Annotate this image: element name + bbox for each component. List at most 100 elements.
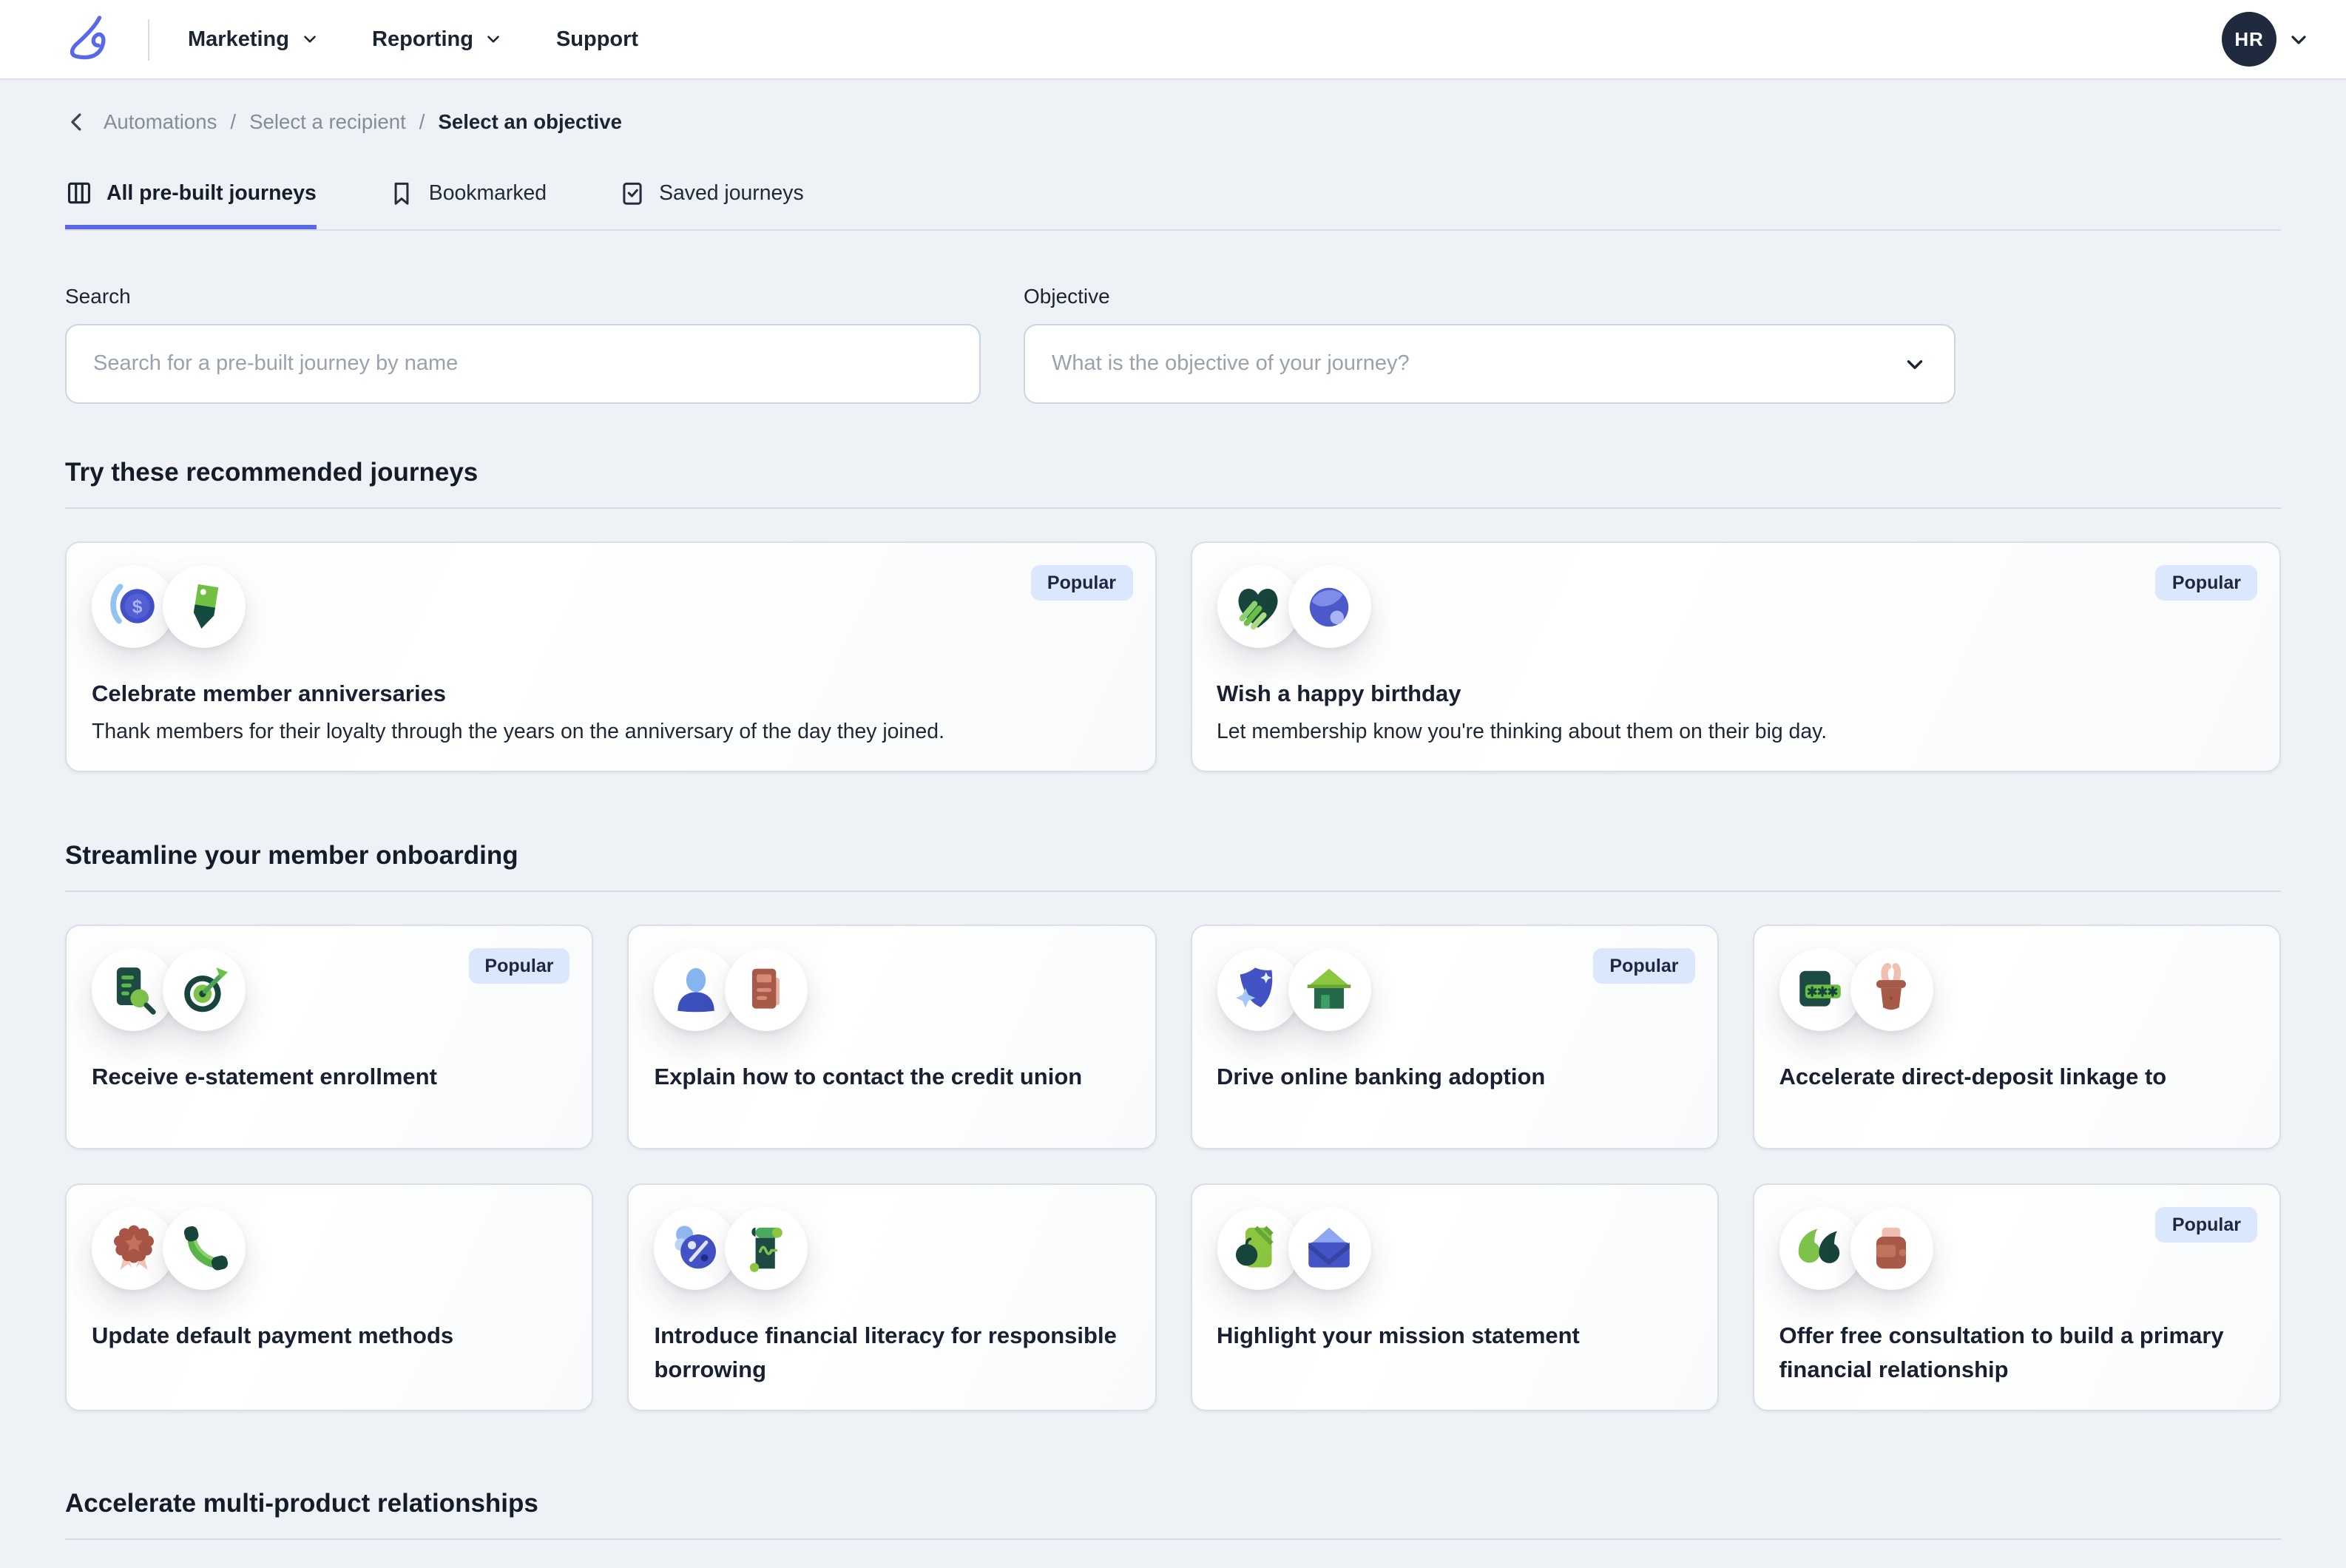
nav-link-reporting[interactable]: Reporting	[372, 27, 503, 51]
journey-card[interactable]: Highlight your mission statement	[1190, 1183, 1719, 1411]
heart-hand-icon	[1217, 565, 1299, 648]
tab-bar: All pre-built journeys Bookmarked Saved …	[65, 179, 2281, 231]
sphere-icon	[1288, 565, 1370, 648]
tab-bookmarked[interactable]: Bookmarked	[388, 179, 547, 229]
objective-field-group: Objective What is the objective of your …	[1024, 284, 1955, 404]
brochure-icon	[726, 948, 808, 1031]
house-icon	[1288, 948, 1370, 1031]
tab-all-pre-built-journeys[interactable]: All pre-built journeys	[65, 179, 317, 229]
nav-link-label: Marketing	[188, 27, 289, 51]
filter-bar: Search Objective What is the objective o…	[65, 284, 2281, 404]
card-icons	[1217, 1207, 1692, 1290]
card-grid: Popular Celebrate member anniversaries T…	[65, 541, 2281, 772]
magic-hat-icon	[1850, 948, 1933, 1031]
card-icons	[92, 565, 1129, 648]
nav-link-marketing[interactable]: Marketing	[188, 27, 319, 51]
chevron-down-icon	[484, 30, 503, 49]
search-label: Search	[65, 284, 981, 308]
nav-link-label: Reporting	[372, 27, 473, 51]
tab-label: Saved journeys	[659, 181, 804, 205]
journey-section: Try these recommended journeys Popular C…	[65, 457, 2281, 772]
quotes-icon	[1779, 1207, 1862, 1290]
journey-card-title: Explain how to contact the credit union	[655, 1062, 1130, 1095]
breadcrumb-item-select-a-recipient[interactable]: Select a recipient	[249, 111, 406, 133]
page: Marketing Reporting Support HR Automatio…	[0, 0, 2346, 1568]
journey-card-title: Offer free consultation to build a prima…	[1779, 1321, 2255, 1388]
journey-card[interactable]: Popular Drive online banking adoption	[1190, 925, 1719, 1149]
apple-card-icon	[1217, 1207, 1299, 1290]
popular-badge: Popular	[2156, 565, 2257, 601]
card-icons	[1217, 565, 2254, 648]
tab-label: All pre-built journeys	[107, 181, 317, 205]
bookmark-icon	[388, 179, 416, 207]
journey-card-title: Wish a happy birthday	[1217, 679, 2254, 712]
nav-menu: Marketing Reporting Support	[188, 27, 692, 51]
phone-icon	[163, 1207, 246, 1290]
main-content: Automations / Select a recipient / Select an…	[0, 109, 2346, 1540]
search-input[interactable]	[65, 324, 981, 404]
journey-card-title: Receive e-statement enrollment	[92, 1062, 567, 1095]
journey-card[interactable]: Accelerate direct-deposit linkage to	[1753, 925, 2282, 1149]
back-button[interactable]	[65, 109, 90, 135]
shield-sparkle-icon	[1217, 948, 1299, 1031]
breadcrumb: Automations / Select a recipient / Select an…	[65, 109, 2281, 135]
bird-logo-icon	[65, 13, 118, 66]
breadcrumb-separator: /	[230, 111, 236, 133]
tab-saved-journeys[interactable]: Saved journeys	[618, 179, 804, 229]
journey-card-title: Drive online banking adoption	[1217, 1062, 1692, 1095]
popular-badge: Popular	[468, 948, 569, 984]
card-password-icon	[1779, 948, 1862, 1031]
section-title: Streamline your member onboarding	[65, 840, 2281, 871]
card-icons	[655, 948, 1130, 1031]
section-title: Accelerate multi-product relationships	[65, 1488, 2281, 1519]
price-tag-icon	[163, 565, 246, 648]
journey-card[interactable]: Popular Wish a happy birthday Let member…	[1190, 541, 2281, 772]
card-grid: Popular Receive e-statement enrollment E…	[65, 925, 2281, 1411]
saved-journeys-icon	[618, 179, 646, 207]
wallet-icon	[1850, 1207, 1933, 1290]
nav-link-label: Support	[556, 27, 638, 51]
account-menu[interactable]: HR	[2222, 12, 2310, 67]
top-nav: Marketing Reporting Support HR	[0, 0, 2346, 78]
objective-placeholder: What is the objective of your journey?	[1052, 352, 1410, 376]
journey-card[interactable]: Popular Receive e-statement enrollment	[65, 925, 594, 1149]
journey-card-title: Introduce financial literacy for respons…	[655, 1321, 1130, 1388]
journey-card[interactable]: Update default payment methods	[65, 1183, 594, 1411]
section-divider	[65, 507, 2281, 509]
journey-card[interactable]: Popular Offer free consultation to build…	[1753, 1183, 2282, 1411]
section-divider	[65, 891, 2281, 892]
journey-card-description: Let membership know you're thinking abou…	[1217, 718, 2254, 748]
journey-card-title: Update default payment methods	[92, 1321, 567, 1354]
journey-section: Accelerate multi-product relationships	[65, 1488, 2281, 1540]
tab-label: Bookmarked	[429, 181, 547, 205]
section-divider	[65, 1538, 2281, 1540]
journey-card-title: Highlight your mission statement	[1217, 1321, 1692, 1354]
journey-section: Streamline your member onboarding Popula…	[65, 840, 2281, 1411]
breadcrumb-separator: /	[419, 111, 425, 133]
nav-divider	[148, 18, 149, 60]
target-arrow-icon	[163, 948, 246, 1031]
avatar[interactable]: HR	[2222, 12, 2276, 67]
journey-card[interactable]: Introduce financial literacy for respons…	[628, 1183, 1157, 1411]
search-field-group: Search	[65, 284, 981, 404]
envelope-icon	[1288, 1207, 1370, 1290]
objective-select[interactable]: What is the objective of your journey?	[1024, 324, 1955, 404]
card-icons	[92, 1207, 567, 1290]
chevron-down-icon	[1902, 351, 1927, 376]
journey-card[interactable]: Popular Celebrate member anniversaries T…	[65, 541, 1156, 772]
grid-columns-icon	[65, 179, 93, 207]
breadcrumb-item-select-an-objective: Select an objective	[438, 111, 621, 133]
journey-card-description: Thank members for their loyalty through …	[92, 718, 1129, 748]
breadcrumb-item-automations[interactable]: Automations	[104, 111, 217, 133]
journey-card-title: Accelerate direct-deposit linkage to	[1779, 1062, 2255, 1095]
journey-card-title: Celebrate member anniversaries	[92, 679, 1129, 712]
nav-link-support[interactable]: Support	[556, 27, 638, 51]
popular-badge: Popular	[1593, 948, 1694, 984]
section-title: Try these recommended journeys	[65, 457, 2281, 488]
journey-card[interactable]: Explain how to contact the credit union	[628, 925, 1157, 1149]
card-icons	[1779, 948, 2255, 1031]
chevron-down-icon	[300, 30, 319, 49]
brand-logo[interactable]	[65, 13, 118, 66]
objective-label: Objective	[1024, 284, 1955, 308]
popular-badge: Popular	[1031, 565, 1132, 601]
